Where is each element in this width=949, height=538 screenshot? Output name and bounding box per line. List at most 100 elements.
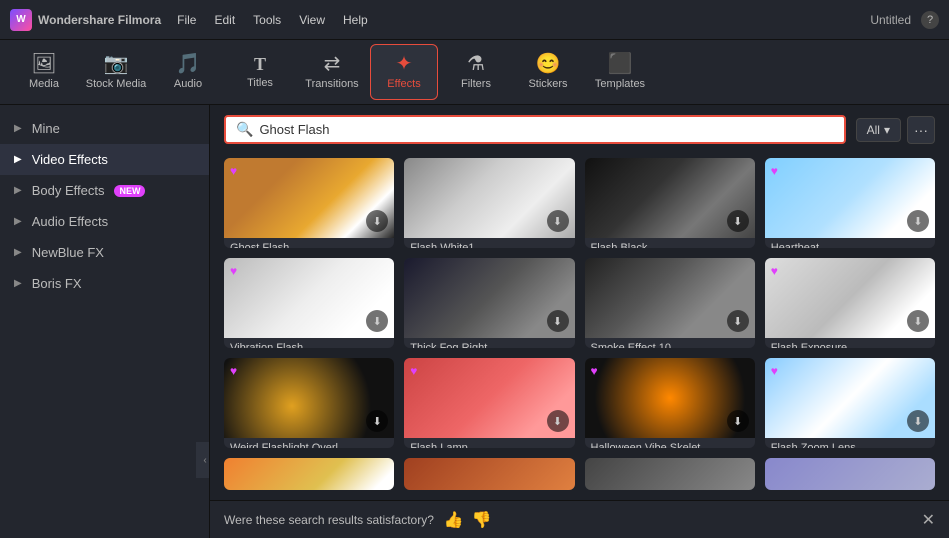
sidebar-item-boris-fx[interactable]: ▶ Boris FX <box>0 268 209 299</box>
filter-all-label: All <box>867 123 880 137</box>
sidebar-collapse-button[interactable]: ‹ <box>196 442 210 478</box>
effect-name-halloween-vibe: Halloween Vibe Skelet... <box>585 438 755 448</box>
effect-card-ghost-flash[interactable]: ♥ ⬇ Ghost Flash <box>224 158 394 248</box>
favorite-icon-flash-zoom: ♥ <box>771 364 778 378</box>
tool-audio-label: Audio <box>174 78 202 90</box>
effect-thumb-halloween: ♥ ⬇ <box>585 358 755 438</box>
tool-templates-label: Templates <box>595 78 645 90</box>
add-icon-flash-black: ⬇ <box>727 210 749 232</box>
stock-media-icon: 📷 <box>104 54 129 74</box>
effect-thumb-thick-fog: ⬇ <box>404 258 574 338</box>
audio-icon: 🎵 <box>176 54 201 74</box>
filter-chevron-icon: ▾ <box>884 123 890 137</box>
thumbs-up-icon[interactable]: 👍 <box>444 510 464 530</box>
question-icon[interactable]: ? <box>921 11 939 29</box>
more-icon: ··· <box>914 122 928 138</box>
sidebar-item-newblue-fx[interactable]: ▶ NewBlue FX <box>0 237 209 268</box>
add-icon-flash-lamp: ⬇ <box>547 410 569 432</box>
effect-thumb-heartbeat: ♥ ⬇ <box>765 158 935 238</box>
titles-icon: T <box>254 55 266 73</box>
effect-card-weird-flashlight[interactable]: ♥ ⬇ Weird Flashlight Overl... <box>224 358 394 448</box>
sidebar-audio-effects-label: Audio Effects <box>32 214 108 229</box>
effect-card-heartbeat[interactable]: ♥ ⬇ Heartbeat <box>765 158 935 248</box>
sidebar-mine-label: Mine <box>32 121 60 136</box>
effect-card-partial4[interactable] <box>765 458 935 490</box>
effect-card-flash-black[interactable]: ⬇ Flash Black <box>585 158 755 248</box>
tool-effects[interactable]: ✦ Effects <box>370 44 438 100</box>
logo-icon: W <box>10 9 32 31</box>
effect-card-smoke-effect[interactable]: ⬇ Smoke Effect 10 <box>585 258 755 348</box>
tool-transitions-label: Transitions <box>305 78 358 90</box>
effect-name-smoke-effect: Smoke Effect 10 <box>585 338 755 348</box>
add-icon-thick-fog: ⬇ <box>547 310 569 332</box>
effect-card-partial3[interactable] <box>585 458 755 490</box>
thumbs-down-icon[interactable]: 👎 <box>472 510 492 530</box>
tool-transitions[interactable]: ⇄ Transitions <box>298 44 366 100</box>
favorite-icon-weird-flash: ♥ <box>230 364 237 378</box>
effects-icon: ✦ <box>396 54 413 74</box>
sidebar-item-video-effects[interactable]: ▶ Video Effects <box>0 144 209 175</box>
filters-icon: ⚗ <box>467 54 485 74</box>
more-options-button[interactable]: ··· <box>907 116 935 144</box>
stickers-icon: 😊 <box>536 54 561 74</box>
sidebar-newblue-label: NewBlue FX <box>32 245 104 260</box>
effect-thumb-partial4 <box>765 458 935 490</box>
add-icon-smoke-effect: ⬇ <box>727 310 749 332</box>
search-input[interactable] <box>259 122 833 137</box>
effect-thumb-flash-black: ⬇ <box>585 158 755 238</box>
tool-templates[interactable]: ⬛ Templates <box>586 44 654 100</box>
menu-file[interactable]: File <box>177 13 196 27</box>
sidebar-item-audio-effects[interactable]: ▶ Audio Effects <box>0 206 209 237</box>
filter-all-button[interactable]: All ▾ <box>856 118 901 142</box>
tool-audio[interactable]: 🎵 Audio <box>154 44 222 100</box>
tool-stock-media[interactable]: 📷 Stock Media <box>82 44 150 100</box>
effect-card-thick-fog[interactable]: ⬇ Thick Fog Right <box>404 258 574 348</box>
transitions-icon: ⇄ <box>324 54 341 74</box>
tool-stickers[interactable]: 😊 Stickers <box>514 44 582 100</box>
search-input-wrap[interactable]: 🔍 <box>224 115 846 144</box>
effect-name-heartbeat: Heartbeat <box>765 238 935 248</box>
sidebar-item-body-effects[interactable]: ▶ Body Effects NEW <box>0 175 209 206</box>
search-bar: 🔍 All ▾ ··· <box>210 105 949 154</box>
window-title: Untitled <box>870 13 911 27</box>
tool-titles[interactable]: T Titles <box>226 44 294 100</box>
tool-media[interactable]: 🖼 Media <box>10 44 78 100</box>
menu-tools[interactable]: Tools <box>253 13 281 27</box>
app-name: Wondershare Filmora <box>38 13 161 27</box>
thumb-bg-partial2 <box>404 458 574 490</box>
tool-filters[interactable]: ⚗ Filters <box>442 44 510 100</box>
boris-arrow: ▶ <box>14 278 22 289</box>
newblue-arrow: ▶ <box>14 247 22 258</box>
effect-thumb-flash-lamp: ♥ ⬇ <box>404 358 574 438</box>
tool-stock-media-label: Stock Media <box>86 78 147 90</box>
add-icon-flash-zoom: ⬇ <box>907 410 929 432</box>
thumb-bg-partial3 <box>585 458 755 490</box>
effect-card-vibration-flash[interactable]: ♥ ⬇ Vibration Flash <box>224 258 394 348</box>
effect-thumb-smoke-effect: ⬇ <box>585 258 755 338</box>
effect-thumb-weird-flashlight: ♥ ⬇ <box>224 358 394 438</box>
menu-help[interactable]: Help <box>343 13 368 27</box>
effect-card-flash-zoom[interactable]: ♥ ⬇ Flash Zoom Lens <box>765 358 935 448</box>
media-icon: 🖼 <box>31 54 56 74</box>
title-bar-right: Untitled ? <box>870 11 939 29</box>
effect-thumb-partial2 <box>404 458 574 490</box>
effect-card-flash-white1[interactable]: ⬇ Flash White1 <box>404 158 574 248</box>
menu-edit[interactable]: Edit <box>214 13 235 27</box>
effect-card-partial1[interactable] <box>224 458 394 490</box>
sidebar-item-mine[interactable]: ▶ Mine <box>0 113 209 144</box>
favorite-icon-flash-lamp: ♥ <box>410 364 417 378</box>
effect-name-ghost-flash: Ghost Flash <box>224 238 394 248</box>
thumb-bg-partial1 <box>224 458 394 490</box>
sidebar: ▶ Mine ▶ Video Effects ▶ Body Effects NE… <box>0 105 210 538</box>
effect-card-flash-lamp[interactable]: ♥ ⬇ Flash Lamp <box>404 358 574 448</box>
effect-thumb-vibration-flash: ♥ ⬇ <box>224 258 394 338</box>
menu-view[interactable]: View <box>299 13 325 27</box>
effect-thumb-ghost-flash: ♥ ⬇ <box>224 158 394 238</box>
effect-card-flash-exposure[interactable]: ♥ ⬇ Flash Exposure <box>765 258 935 348</box>
effect-card-halloween-vibe[interactable]: ♥ ⬇ Halloween Vibe Skelet... <box>585 358 755 448</box>
effect-name-flash-white1: Flash White1 <box>404 238 574 248</box>
body-effects-arrow: ▶ <box>14 185 22 196</box>
effect-card-partial2[interactable] <box>404 458 574 490</box>
satisfaction-close-button[interactable]: ✕ <box>922 510 935 530</box>
tool-stickers-label: Stickers <box>528 78 567 90</box>
